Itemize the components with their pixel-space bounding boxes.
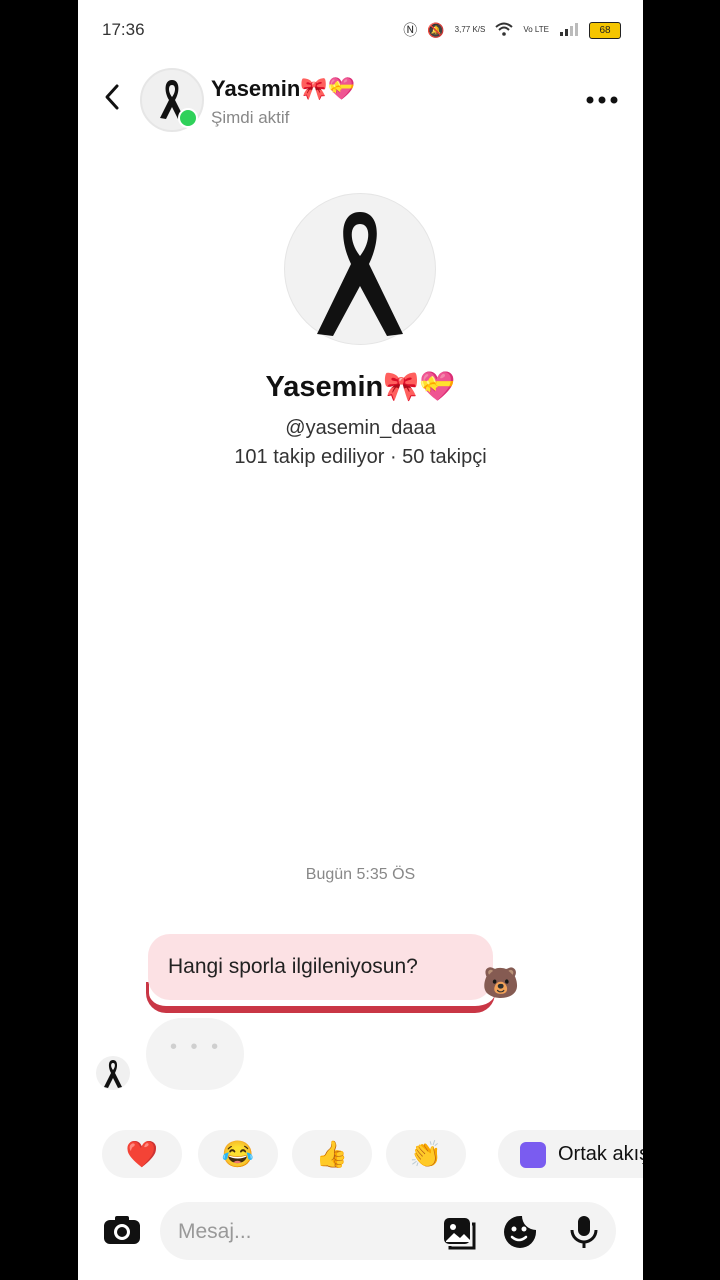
message-placeholder: Mesaj... — [178, 1220, 252, 1243]
battery-icon: 68 — [589, 21, 621, 39]
reaction-thumbs-up[interactable]: 👍 — [292, 1130, 372, 1178]
ortak-akis-button[interactable]: Ortak akış — [498, 1130, 643, 1178]
profile-stats: 101 takip ediliyor · 50 takipçi — [234, 446, 487, 468]
sticker-icon — [504, 1216, 536, 1248]
voice-button[interactable] — [566, 1214, 602, 1250]
camera-button[interactable] — [102, 1214, 142, 1246]
profile-avatar[interactable] — [284, 193, 436, 345]
back-button[interactable] — [102, 82, 122, 118]
header-status: Şimdi aktif — [211, 108, 290, 127]
online-indicator — [178, 108, 198, 128]
chevron-left-icon — [105, 84, 119, 110]
signal-icon — [559, 22, 579, 39]
status-time: 17:36 — [102, 20, 145, 39]
profile-name: Yasemin🎀💝 — [265, 371, 456, 403]
sticker-button[interactable] — [502, 1214, 538, 1250]
ortak-akis-label: Ortak akış — [558, 1143, 643, 1165]
quick-reactions: ❤️ 😂 👍 👏 Ortak akış — [102, 1130, 643, 1180]
black-ribbon-icon — [104, 1060, 122, 1088]
message-text: Hangi sporla ilgileniyosun? — [168, 955, 418, 978]
bear-sticker: 🐻 — [482, 967, 520, 1000]
more-dots-icon — [586, 96, 618, 104]
sender-avatar — [96, 1056, 130, 1090]
black-ribbon-icon — [317, 212, 403, 336]
network-type: Vo LTE — [523, 25, 549, 34]
status-icons: Ⓝ 🔕 3,77 K/S Vo LTE 68 — [403, 20, 621, 40]
gallery-icon — [444, 1218, 476, 1250]
camera-icon — [104, 1216, 140, 1244]
gallery-button[interactable] — [440, 1214, 476, 1250]
mute-icon: 🔕 — [427, 21, 445, 38]
microphone-icon — [570, 1216, 598, 1248]
wifi-icon — [495, 22, 514, 39]
chat-screen: 17:36 Ⓝ 🔕 3,77 K/S Vo LTE 68 Yasemin🎀💝 Ş… — [78, 0, 643, 1280]
net-speed: 3,77 K/S — [454, 25, 486, 34]
reaction-clap[interactable]: 👏 — [386, 1130, 466, 1178]
reaction-heart[interactable]: ❤️ — [102, 1130, 182, 1178]
more-options-button[interactable] — [585, 80, 619, 112]
status-bar: 17:36 Ⓝ 🔕 3,77 K/S Vo LTE 68 — [78, 0, 643, 60]
reaction-laugh[interactable]: 😂 — [198, 1130, 278, 1178]
chat-timestamp: Bugün 5:35 ÖS — [305, 866, 416, 883]
message-composer: Mesaj... — [78, 1196, 643, 1266]
profile-handle: @yasemin_daaa — [285, 417, 436, 439]
typing-dots: • • • — [170, 1036, 223, 1058]
chat-header: Yasemin🎀💝 Şimdi aktif — [78, 64, 643, 134]
header-name[interactable]: Yasemin🎀💝 — [211, 76, 355, 102]
shared-feed-icon — [520, 1142, 546, 1168]
nfc-icon: Ⓝ — [403, 22, 418, 38]
